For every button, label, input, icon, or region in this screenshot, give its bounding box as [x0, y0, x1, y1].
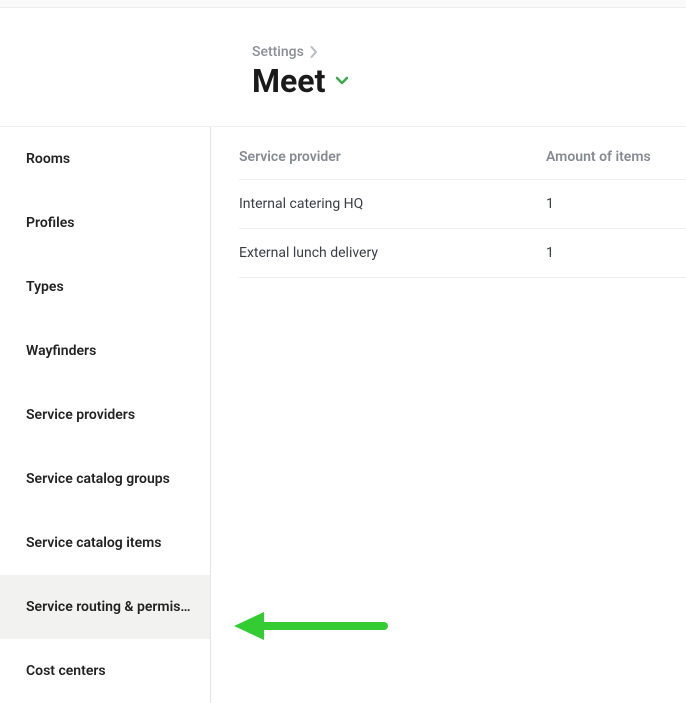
sidebar-item-label: Service providers — [26, 407, 135, 423]
page-title: Meet — [252, 62, 325, 100]
sidebar: Rooms Profiles Types Wayfinders Service … — [0, 127, 211, 703]
page-header: Settings Meet — [0, 8, 686, 127]
sidebar-item-label: Service catalog items — [26, 535, 161, 551]
title-dropdown[interactable]: Meet — [252, 62, 686, 100]
cell-amount: 1 — [546, 245, 686, 261]
sidebar-item-rooms[interactable]: Rooms — [0, 127, 210, 191]
sidebar-item-label: Rooms — [26, 151, 70, 167]
sidebar-item-types[interactable]: Types — [0, 255, 210, 319]
sidebar-item-service-providers[interactable]: Service providers — [0, 383, 210, 447]
table-row[interactable]: Internal catering HQ 1 — [239, 180, 686, 229]
column-header-provider[interactable]: Service provider — [239, 149, 546, 165]
chevron-down-icon — [335, 76, 349, 86]
table-row[interactable]: External lunch delivery 1 — [239, 229, 686, 278]
sidebar-item-label: Service catalog groups — [26, 471, 170, 487]
sidebar-item-label: Types — [26, 279, 64, 295]
top-bar — [0, 0, 686, 8]
sidebar-item-label: Service routing & permissions — [26, 599, 210, 615]
main-panel: Service provider Amount of items Interna… — [211, 127, 686, 703]
content-area: Rooms Profiles Types Wayfinders Service … — [0, 127, 686, 703]
sidebar-item-label: Profiles — [26, 215, 74, 231]
sidebar-item-service-routing-permissions[interactable]: Service routing & permissions — [0, 575, 210, 639]
table-header: Service provider Amount of items — [239, 127, 686, 180]
breadcrumb-label: Settings — [252, 44, 304, 60]
cell-provider: Internal catering HQ — [239, 196, 546, 212]
column-header-amount[interactable]: Amount of items — [546, 149, 686, 165]
sidebar-item-label: Cost centers — [26, 663, 106, 679]
sidebar-item-cost-centers[interactable]: Cost centers — [0, 639, 210, 703]
sidebar-item-profiles[interactable]: Profiles — [0, 191, 210, 255]
sidebar-item-service-catalog-items[interactable]: Service catalog items — [0, 511, 210, 575]
sidebar-item-wayfinders[interactable]: Wayfinders — [0, 319, 210, 383]
cell-provider: External lunch delivery — [239, 245, 546, 261]
cell-amount: 1 — [546, 196, 686, 212]
sidebar-item-service-catalog-groups[interactable]: Service catalog groups — [0, 447, 210, 511]
chevron-right-icon — [310, 46, 318, 58]
breadcrumb[interactable]: Settings — [252, 44, 686, 60]
sidebar-item-label: Wayfinders — [26, 343, 96, 359]
